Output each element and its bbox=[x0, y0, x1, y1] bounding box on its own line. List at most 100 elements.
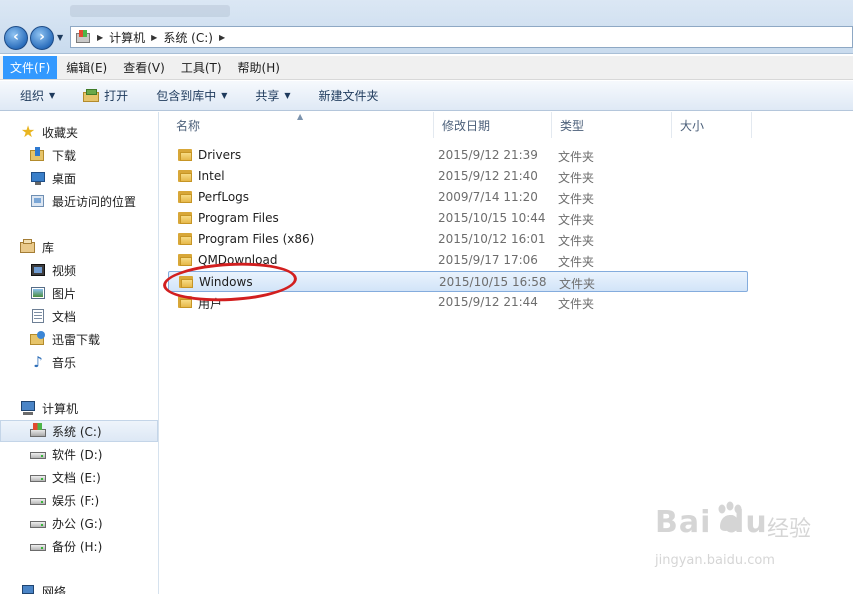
nav-drive-g[interactable]: 办公 (G:) bbox=[0, 512, 158, 534]
breadcrumb-separator-icon[interactable]: ▶ bbox=[219, 33, 225, 42]
watermark-text: 经验 bbox=[767, 517, 812, 542]
file-row[interactable]: Program Files (x86) 2015/10/12 16:01 文件夹 bbox=[168, 229, 748, 250]
computer-drive-icon bbox=[75, 30, 91, 44]
share-label: 共享 bbox=[255, 89, 280, 103]
include-in-library-label: 包含到库中 bbox=[156, 89, 217, 103]
system-drive-icon bbox=[30, 423, 46, 439]
open-label: 打开 bbox=[104, 89, 129, 103]
back-button[interactable]: ‹ bbox=[4, 26, 28, 50]
breadcrumb-drive-c[interactable]: 系统 (C:) bbox=[163, 29, 213, 46]
nav-thunder-downloads[interactable]: 迅雷下载 bbox=[0, 328, 158, 350]
paw-icon bbox=[718, 501, 742, 531]
file-type: 文件夹 bbox=[558, 234, 595, 248]
file-name: Drivers bbox=[198, 148, 242, 162]
file-type: 文件夹 bbox=[558, 297, 595, 311]
file-type: 文件夹 bbox=[558, 171, 595, 185]
nav-desktop[interactable]: 桌面 bbox=[0, 167, 158, 189]
nav-documents-label: 文档 bbox=[52, 309, 77, 324]
column-size[interactable]: 大小 bbox=[672, 112, 752, 138]
file-date: 2009/7/14 11:20 bbox=[438, 190, 538, 204]
nav-pictures-label: 图片 bbox=[52, 286, 77, 301]
nav-libraries[interactable]: 库 bbox=[0, 236, 158, 258]
nav-computer-label: 计算机 bbox=[42, 401, 79, 416]
nav-thunder-label: 迅雷下载 bbox=[52, 332, 101, 347]
file-name: Intel bbox=[198, 169, 225, 183]
command-bar: 组织 ▼ 打开 包含到库中 ▼ 共享 ▼ 新建文件夹 bbox=[0, 81, 853, 111]
window-title bbox=[70, 5, 230, 17]
menu-bar: 文件(F) 编辑(E) 查看(V) 工具(T) 帮助(H) bbox=[0, 56, 853, 80]
desktop-icon bbox=[30, 170, 46, 186]
file-row[interactable]: PerfLogs 2009/7/14 11:20 文件夹 bbox=[168, 187, 748, 208]
organize-label: 组织 bbox=[20, 89, 45, 103]
address-bar[interactable]: ▶ 计算机 ▶ 系统 (C:) ▶ bbox=[70, 26, 853, 48]
new-folder-button[interactable]: 新建文件夹 bbox=[311, 84, 387, 107]
hard-drive-icon bbox=[30, 469, 46, 485]
hard-drive-icon bbox=[30, 492, 46, 508]
nav-downloads[interactable]: 下载 bbox=[0, 144, 158, 166]
recent-pages-dropdown-icon[interactable]: ▼ bbox=[57, 33, 63, 42]
forward-button[interactable]: › bbox=[30, 26, 54, 50]
hard-drive-icon bbox=[30, 515, 46, 531]
nav-pictures[interactable]: 图片 bbox=[0, 282, 158, 304]
nav-documents[interactable]: 文档 bbox=[0, 305, 158, 327]
organize-button[interactable]: 组织 ▼ bbox=[12, 84, 63, 107]
include-in-library-button[interactable]: 包含到库中 ▼ bbox=[148, 84, 235, 107]
column-header: ▲ 名称 修改日期 类型 大小 bbox=[160, 112, 853, 138]
nav-drive-d[interactable]: 软件 (D:) bbox=[0, 443, 158, 465]
nav-drive-h[interactable]: 备份 (H:) bbox=[0, 535, 158, 557]
column-name[interactable]: 名称 bbox=[168, 112, 434, 138]
open-button[interactable]: 打开 bbox=[75, 84, 136, 107]
nav-network-label: 网络 bbox=[42, 584, 67, 594]
chevron-down-icon: ▼ bbox=[284, 91, 291, 100]
video-icon bbox=[30, 262, 46, 278]
nav-drive-h-label: 备份 (H:) bbox=[52, 539, 103, 554]
file-type: 文件夹 bbox=[558, 255, 595, 269]
menu-file[interactable]: 文件(F) bbox=[3, 56, 58, 79]
file-row[interactable]: Program Files 2015/10/15 10:44 文件夹 bbox=[168, 208, 748, 229]
menu-tools[interactable]: 工具(T) bbox=[174, 56, 229, 79]
nav-drive-g-label: 办公 (G:) bbox=[52, 516, 103, 531]
nav-computer[interactable]: 计算机 bbox=[0, 397, 158, 419]
nav-drive-c[interactable]: 系统 (C:) bbox=[0, 420, 158, 442]
file-row[interactable]: Intel 2015/9/12 21:40 文件夹 bbox=[168, 166, 748, 187]
nav-drive-f-label: 娱乐 (F:) bbox=[52, 493, 100, 508]
nav-drive-c-label: 系统 (C:) bbox=[52, 424, 102, 439]
folder-icon bbox=[178, 170, 192, 182]
breadcrumb-separator-icon[interactable]: ▶ bbox=[151, 33, 157, 42]
nav-music[interactable]: ♪ 音乐 bbox=[0, 351, 158, 373]
nav-drive-e[interactable]: 文档 (E:) bbox=[0, 466, 158, 488]
libraries-icon bbox=[20, 239, 36, 255]
nav-drive-d-label: 软件 (D:) bbox=[52, 447, 103, 462]
nav-network[interactable]: 网络 bbox=[0, 580, 158, 594]
menu-view[interactable]: 查看(V) bbox=[116, 56, 172, 79]
menu-edit[interactable]: 编辑(E) bbox=[59, 56, 114, 79]
file-date: 2015/9/17 17:06 bbox=[438, 253, 538, 267]
nav-videos-label: 视频 bbox=[52, 263, 77, 278]
nav-favorites[interactable]: ★ 收藏夹 bbox=[0, 121, 158, 143]
breadcrumb-separator-icon[interactable]: ▶ bbox=[97, 33, 103, 42]
breadcrumb-computer[interactable]: 计算机 bbox=[109, 29, 145, 46]
nav-downloads-label: 下载 bbox=[52, 148, 77, 163]
title-bar: ‹ › ▼ ▶ 计算机 ▶ 系统 (C:) ▶ bbox=[0, 0, 853, 54]
nav-recent-places[interactable]: 最近访问的位置 bbox=[0, 190, 158, 212]
file-date: 2015/10/12 16:01 bbox=[438, 232, 546, 246]
nav-drive-f[interactable]: 娱乐 (F:) bbox=[0, 489, 158, 511]
recent-places-icon bbox=[30, 193, 46, 209]
column-date-modified[interactable]: 修改日期 bbox=[434, 112, 552, 138]
folder-icon bbox=[178, 191, 192, 203]
column-type[interactable]: 类型 bbox=[552, 112, 672, 138]
nav-desktop-label: 桌面 bbox=[52, 171, 77, 186]
hard-drive-icon bbox=[30, 538, 46, 554]
nav-videos[interactable]: 视频 bbox=[0, 259, 158, 281]
file-date: 2015/10/15 16:58 bbox=[439, 275, 547, 289]
file-name: Program Files bbox=[198, 211, 279, 225]
file-row[interactable]: Drivers 2015/9/12 21:39 文件夹 bbox=[168, 145, 748, 166]
open-folder-icon bbox=[83, 88, 100, 103]
menu-help[interactable]: 帮助(H) bbox=[231, 56, 287, 79]
share-button[interactable]: 共享 ▼ bbox=[247, 84, 298, 107]
computer-icon bbox=[20, 400, 36, 416]
folder-icon bbox=[178, 233, 192, 245]
file-type: 文件夹 bbox=[558, 192, 595, 206]
network-icon bbox=[20, 583, 36, 594]
file-date: 2015/10/15 10:44 bbox=[438, 211, 546, 225]
